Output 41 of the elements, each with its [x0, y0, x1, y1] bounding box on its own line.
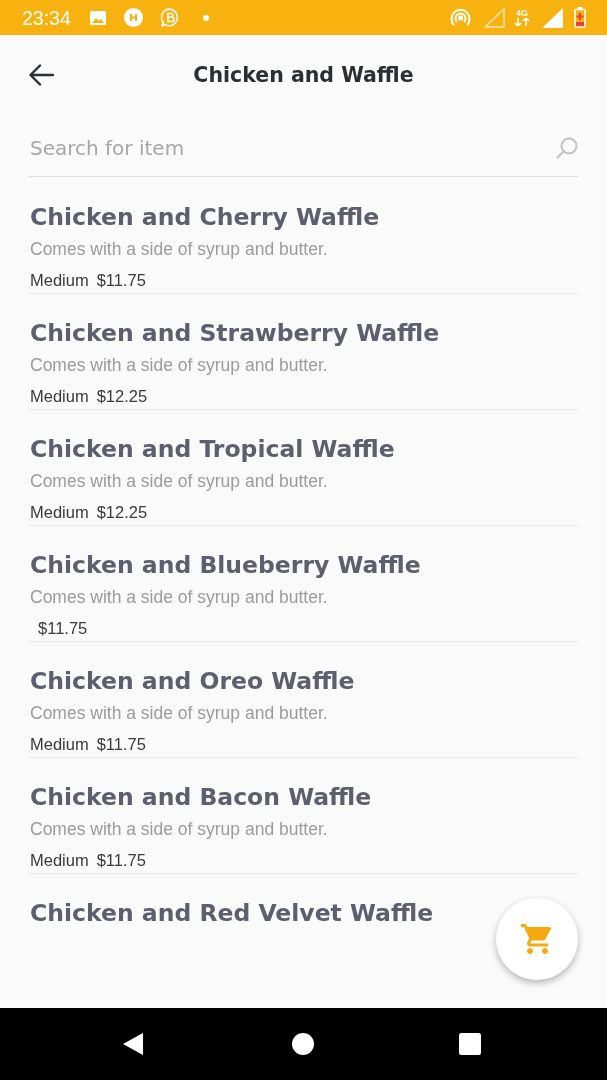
- item-name: Chicken and Blueberry Waffle: [30, 550, 422, 580]
- price-text: $12.25: [96, 502, 148, 523]
- price-text: $11.75: [96, 734, 146, 755]
- dot-icon: [202, 14, 209, 21]
- back-arrow-icon[interactable]: [29, 64, 54, 86]
- price-text: $11.75: [96, 850, 146, 871]
- page-title: Chicken and Waffle: [193, 62, 414, 88]
- clock-time: 23:34: [22, 6, 71, 29]
- item-name: Chicken and Oreo Waffle: [30, 666, 356, 696]
- battery-icon: [574, 7, 586, 28]
- size-label: Medium: [30, 270, 89, 291]
- item-description: Comes with a side of syrup and butter.: [30, 818, 329, 840]
- data-arrows-icon: [514, 18, 530, 26]
- chat-bubble-icon: [160, 8, 180, 27]
- size-label: Medium: [30, 386, 89, 407]
- signal-full-icon: [542, 7, 563, 28]
- hotspot-icon: [450, 7, 471, 28]
- item-name: Chicken and Cherry Waffle: [30, 202, 381, 232]
- price-text: $12.25: [96, 386, 148, 407]
- network-type: 4G: [516, 9, 528, 18]
- search-field[interactable]: Search for item: [29, 134, 556, 161]
- item-description: Comes with a side of syrup and butter.: [30, 470, 329, 492]
- size-label: Medium: [30, 850, 89, 871]
- home-icon[interactable]: [292, 1033, 314, 1055]
- image-icon: [89, 10, 106, 25]
- back-icon[interactable]: [123, 1033, 143, 1055]
- item-description: Comes with a side of syrup and butter.: [30, 354, 329, 376]
- item-description: Comes with a side of syrup and butter.: [30, 586, 329, 608]
- signal-empty-icon: [484, 7, 505, 28]
- item-name: Chicken and Red Velvet Waffle: [30, 898, 435, 928]
- item-name: Chicken and Strawberry Waffle: [30, 318, 441, 348]
- price-text: $11.75: [38, 618, 88, 639]
- item-description: Comes with a side of syrup and butter.: [30, 238, 329, 260]
- price-text: $11.75: [96, 270, 146, 291]
- item-name: Chicken and Bacon Waffle: [30, 782, 373, 812]
- size-label: Medium: [30, 734, 89, 755]
- size-label: Medium: [30, 502, 89, 523]
- item-name: Chicken and Tropical Waffle: [30, 434, 396, 464]
- cart-icon: [520, 924, 554, 954]
- circle-icon: [123, 8, 143, 27]
- item-description: Comes with a side of syrup and butter.: [30, 702, 329, 724]
